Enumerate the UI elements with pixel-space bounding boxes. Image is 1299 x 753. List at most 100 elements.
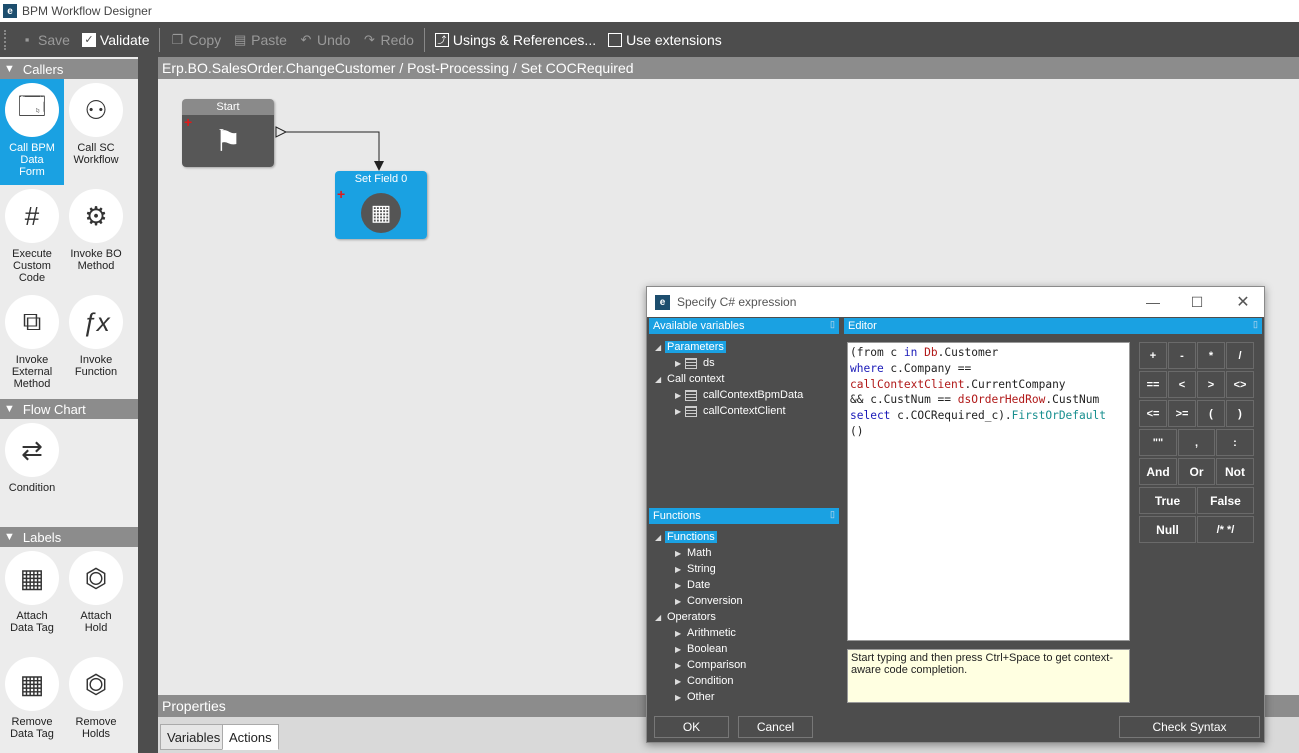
plus-icon[interactable]: + [337,187,345,201]
tool-call-bpm-data-form[interactable]: 🗔 Call BPM Data Form [0,79,64,185]
key-greater-than[interactable]: > [1197,371,1225,398]
key-less-than[interactable]: < [1168,371,1196,398]
key-comma[interactable]: , [1178,429,1215,456]
redo-icon: ↷ [364,31,375,47]
collapsed-arrow-icon: ▶ [675,596,682,606]
tool-remove-holds[interactable]: ⏣ Remove Holds [64,653,128,753]
validate-button[interactable]: ✓ Validate [76,26,156,54]
key-colon[interactable]: : [1216,429,1254,456]
collapsed-arrow-icon: ▶ [675,358,682,368]
tool-condition[interactable]: ⇄ Condition [0,419,64,525]
copy-button[interactable]: ❐ Copy [164,26,227,54]
tree-node-call-context[interactable]: ◢ Call context [655,372,726,386]
tree-node-callcontextclient[interactable]: ▶ callContextClient [675,404,788,418]
cancel-button[interactable]: Cancel [738,716,813,738]
key-less-equal[interactable]: <= [1139,400,1167,427]
key-comment[interactable]: /* */ [1197,516,1254,543]
check-syntax-button[interactable]: Check Syntax [1119,716,1260,738]
tree-node-arithmetic[interactable]: ▶ Arithmetic [675,626,738,640]
table-icon [685,357,697,369]
node-set-field-title: Set Field 0 [335,171,427,187]
tree-node-ds[interactable]: ▶ ds [675,356,717,370]
key-and[interactable]: And [1139,458,1177,485]
tree-node-other[interactable]: ▶ Other [675,690,717,704]
tree-node-callcontextbpmdata[interactable]: ▶ callContextBpmData [675,388,805,402]
tab-variables[interactable]: Variables [160,724,228,750]
key-minus[interactable]: - [1168,342,1196,369]
redo-button[interactable]: ↷ Redo [356,26,419,54]
pin-icon[interactable]: ▯ [830,509,835,520]
collapsed-arrow-icon: ▶ [675,660,682,670]
save-button[interactable]: ▪ Save [14,26,76,54]
key-plus[interactable]: + [1139,342,1167,369]
tab-actions[interactable]: Actions [222,724,279,750]
category-callers[interactable]: ▼ Callers [0,59,138,79]
key-or[interactable]: Or [1178,458,1215,485]
collapsed-arrow-icon: ▶ [675,580,682,590]
key-false[interactable]: False [1197,487,1254,514]
collapsed-arrow-icon: ▶ [675,406,682,416]
key-quotes[interactable]: "" [1139,429,1177,456]
panel-splitter[interactable] [138,57,158,753]
category-labels[interactable]: ▼ Labels [0,527,138,547]
toolbar-grip[interactable] [4,29,8,50]
use-extensions-button[interactable]: Use extensions [602,26,728,54]
tree-node-math[interactable]: ▶ Math [675,546,713,560]
tree-node-comparison[interactable]: ▶ Comparison [675,658,748,672]
floppy-icon: ▪ [24,32,30,47]
variables-pane-header: Available variables ▯ [649,318,839,334]
key-greater-equal[interactable]: >= [1168,400,1196,427]
tool-execute-custom-code[interactable]: # Execute Custom Code [0,185,64,291]
key-null[interactable]: Null [1139,516,1196,543]
tool-invoke-bo-method[interactable]: ⚙ Invoke BO Method [64,185,128,291]
pin-icon[interactable]: ▯ [1253,319,1258,330]
tool-attach-hold[interactable]: ⏣ Attach Hold [64,547,128,653]
pin-icon[interactable]: ▯ [830,319,835,330]
node-set-field[interactable]: Set Field 0 + ▦ [335,171,427,239]
key-multiply[interactable]: * [1197,342,1225,369]
tree-node-condition[interactable]: ▶ Condition [675,674,735,688]
key-divide[interactable]: / [1226,342,1254,369]
ok-button[interactable]: OK [654,716,729,738]
key-open-paren[interactable]: ( [1197,400,1225,427]
tree-node-date[interactable]: ▶ Date [675,578,712,592]
expanded-arrow-icon: ◢ [655,612,662,622]
tree-node-string[interactable]: ▶ String [675,562,718,576]
tool-call-sc-workflow[interactable]: ⚇ Call SC Workflow [64,79,128,185]
workflow-icon: ⚇ [69,83,123,137]
toolbar: ▪ Save ✓ Validate ❐ Copy ▤ Paste ↶ Undo … [0,22,1299,57]
functions-pane-header: Functions ▯ [649,508,839,524]
tree-node-boolean[interactable]: ▶ Boolean [675,642,729,656]
maximize-icon[interactable]: ☐ [1187,293,1207,311]
key-true[interactable]: True [1139,487,1196,514]
code-completion-hint: Start typing and then press Ctrl+Space t… [847,649,1130,703]
collapsed-arrow-icon: ▶ [675,644,682,654]
tool-remove-data-tag[interactable]: ▦ Remove Data Tag [0,653,64,753]
collapsed-arrow-icon: ▶ [675,628,682,638]
minimize-icon[interactable]: — [1143,293,1163,311]
remove-data-tag-icon: ▦ [5,657,59,711]
window-title: BPM Workflow Designer [22,4,152,18]
tree-node-conversion[interactable]: ▶ Conversion [675,594,745,608]
key-equals[interactable]: == [1139,371,1167,398]
tool-attach-data-tag[interactable]: ▦ Attach Data Tag [0,547,64,653]
tree-node-operators[interactable]: ◢ Operators [655,610,718,624]
key-not-equal[interactable]: <> [1226,371,1254,398]
tool-invoke-function[interactable]: ƒx Invoke Function [64,291,128,397]
key-not[interactable]: Not [1216,458,1254,485]
tree-node-parameters[interactable]: ◢ Parameters [655,340,726,354]
collapsed-arrow-icon: ▶ [675,692,682,702]
tool-invoke-external-method[interactable]: ⧉ Invoke External Method [0,291,64,397]
code-editor[interactable]: (from c in Db.Customer where c.Company ==… [847,342,1130,641]
category-flow-chart[interactable]: ▼ Flow Chart [0,399,138,419]
paste-button[interactable]: ▤ Paste [227,26,293,54]
close-icon[interactable]: ✕ [1233,293,1253,311]
undo-button[interactable]: ↶ Undo [293,26,356,54]
tree-node-functions[interactable]: ◢ Functions [655,530,717,544]
usings-references-button[interactable]: ⤴ Usings & References... [429,26,602,54]
method-icon: ⚙ [69,189,123,243]
hold-tag-icon: ⏣ [69,551,123,605]
key-close-paren[interactable]: ) [1226,400,1254,427]
copy-icon: ❐ [171,31,184,47]
toolbox-panel: ▼ Callers 🗔 Call BPM Data Form ⚇ Call SC… [0,57,138,753]
